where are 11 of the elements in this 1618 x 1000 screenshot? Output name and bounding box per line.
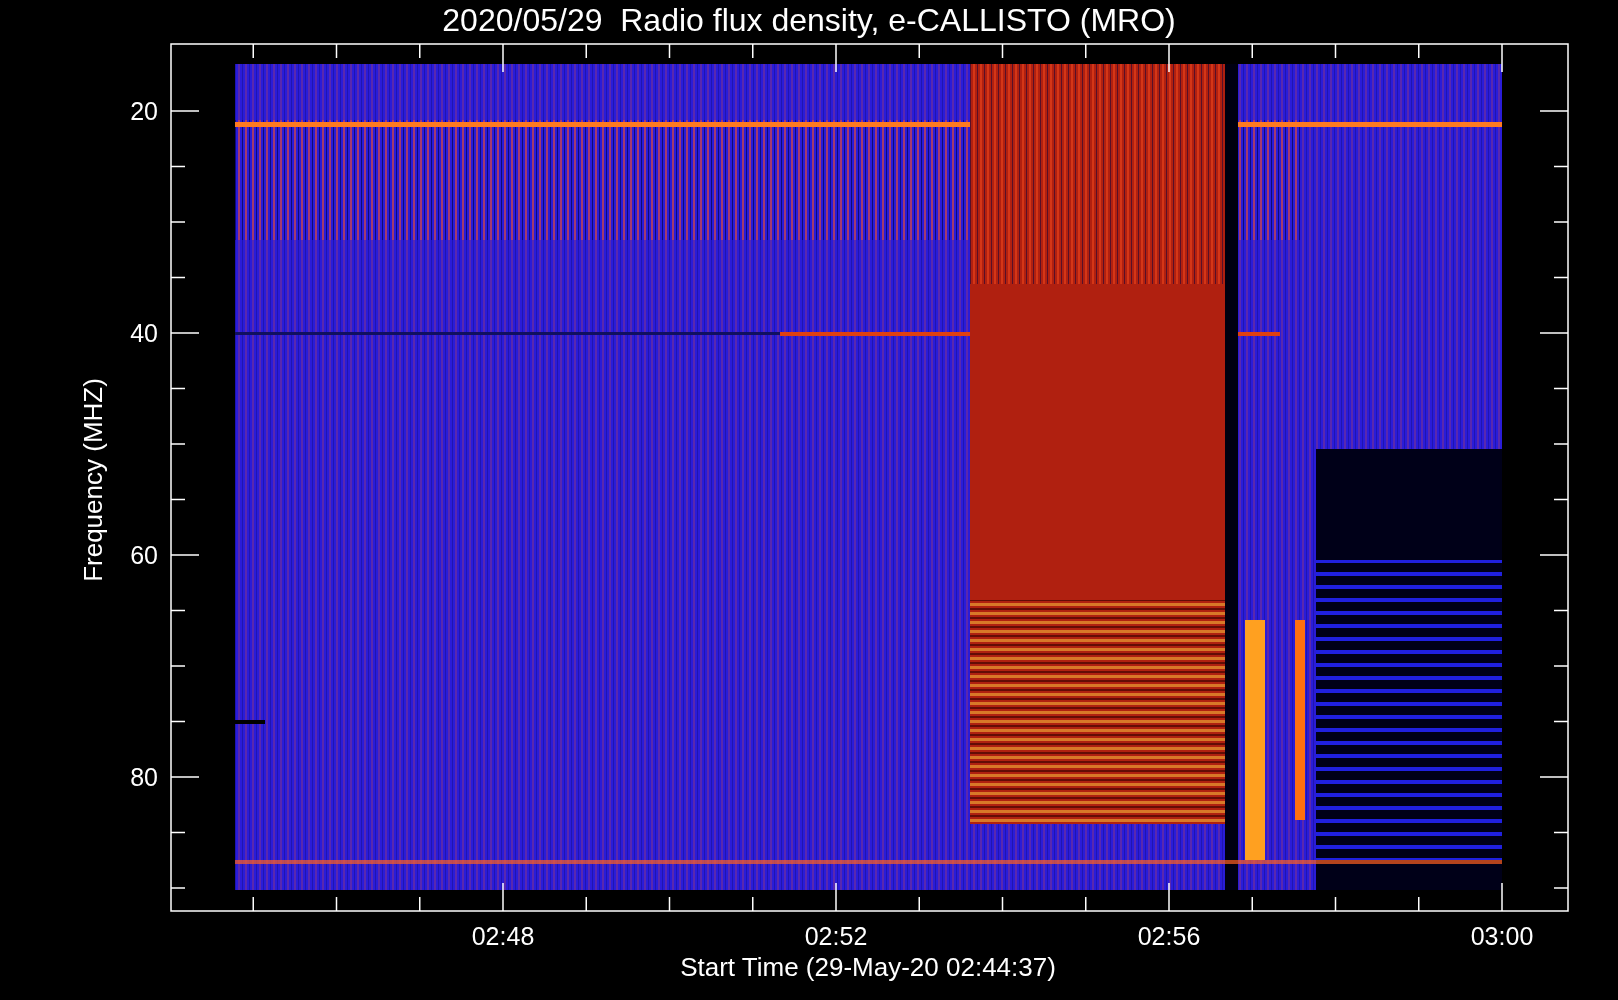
y-axis-label: Frequency (MHZ)	[78, 378, 108, 582]
y-tick-label: 80	[130, 763, 158, 791]
y-tick-label: 20	[130, 97, 158, 125]
x-tick-label: 02:48	[471, 922, 535, 950]
x-tick-label: 02:56	[1137, 922, 1201, 950]
chart-title: 2020/05/29 Radio flux density, e-CALLISTO (MRO)	[442, 2, 1176, 38]
y-tick-label: 60	[130, 541, 158, 569]
x-tick-label: 02:52	[804, 922, 868, 950]
x-tick-label: 03:00	[1470, 922, 1534, 950]
y-tick-label: 40	[130, 319, 158, 347]
x-axis-label: Start Time (29-May-20 02:44:37)	[680, 952, 1056, 982]
